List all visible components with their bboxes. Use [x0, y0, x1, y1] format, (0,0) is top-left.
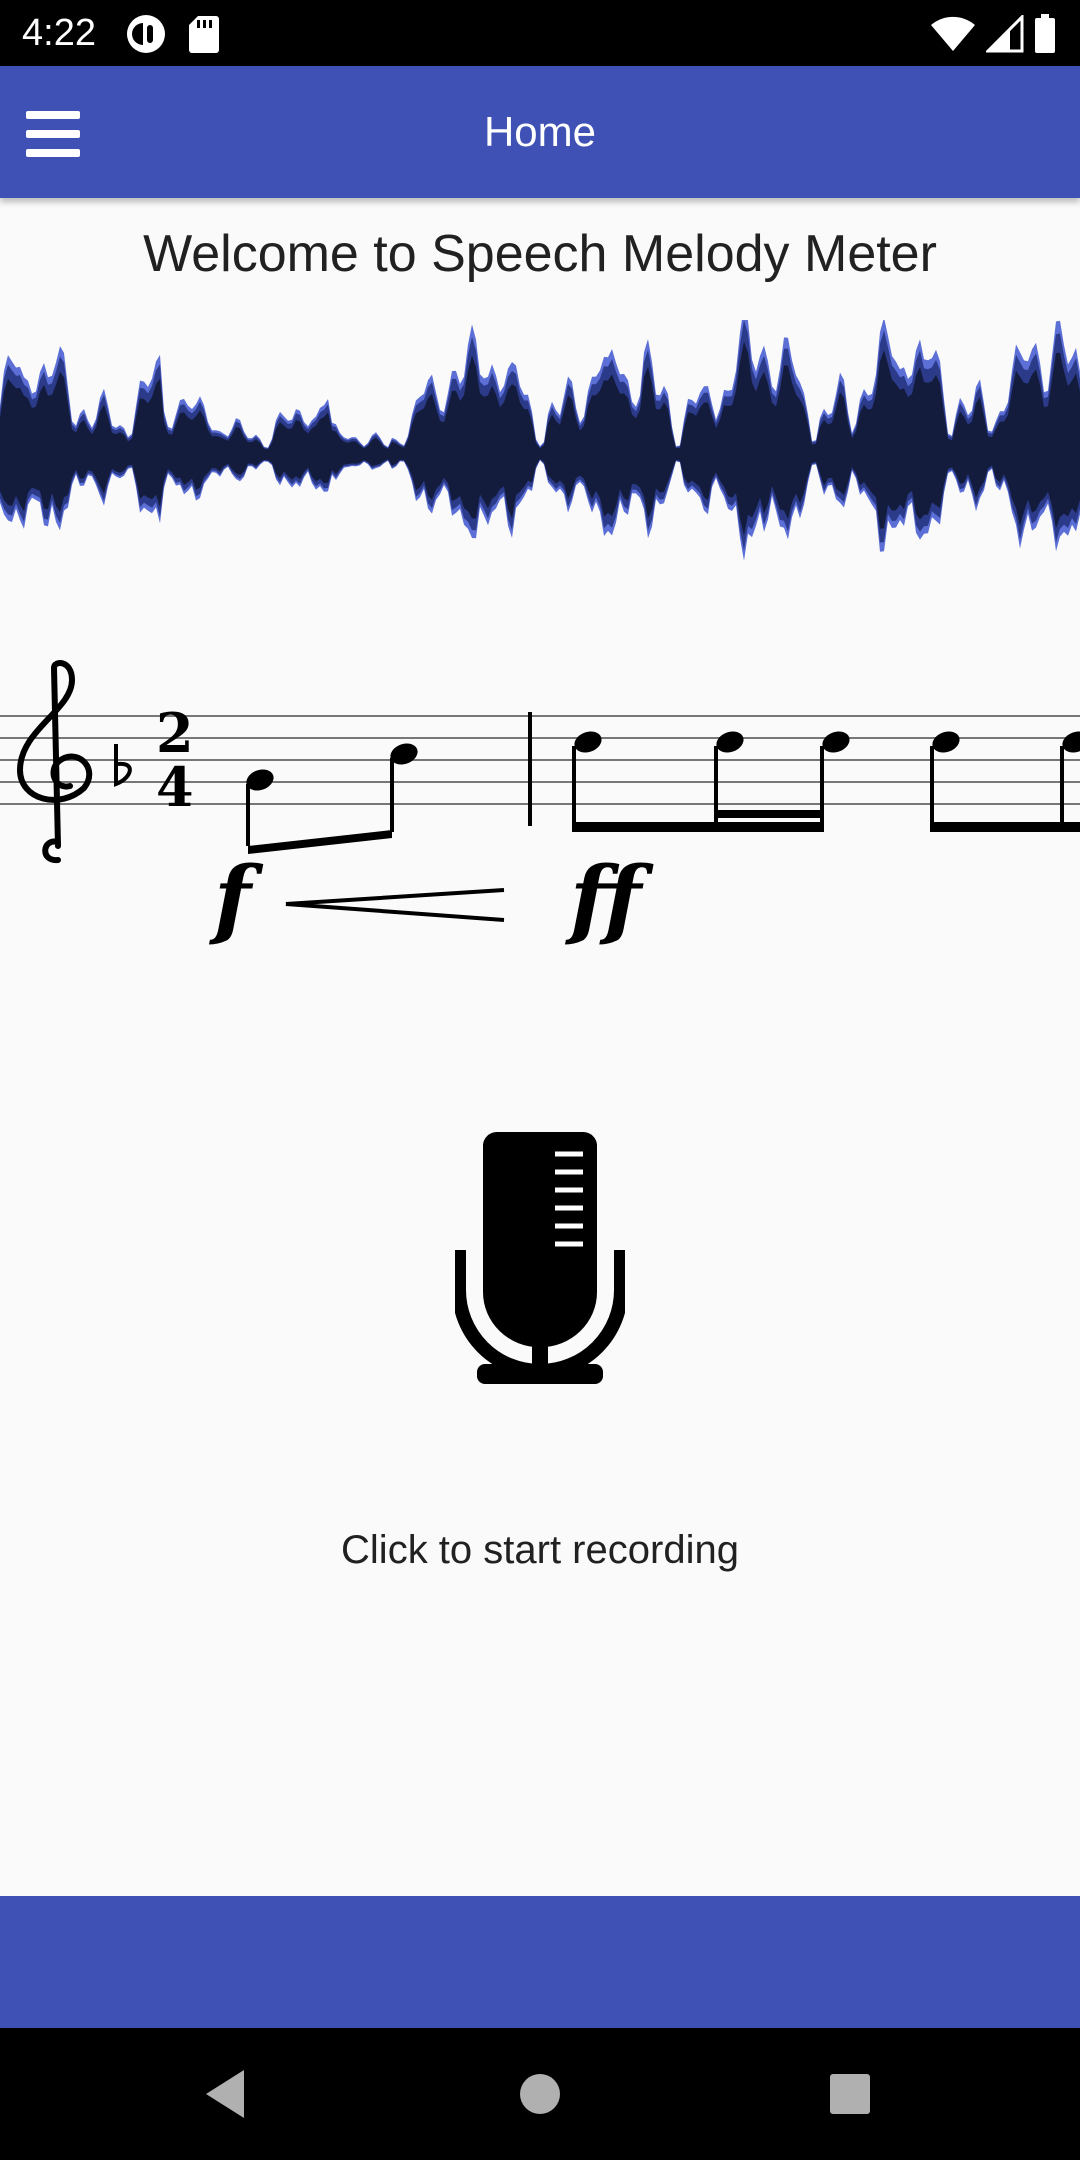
signal-icon — [986, 15, 1024, 53]
app-bar: Home — [0, 66, 1080, 198]
system-nav-bar — [0, 2028, 1080, 2160]
status-bar: 4:22 — [0, 0, 1080, 66]
wifi-icon — [931, 16, 975, 51]
dynamic-forte: f — [208, 848, 264, 949]
back-button[interactable] — [196, 2064, 256, 2124]
record-button[interactable] — [452, 1120, 628, 1385]
recents-icon — [830, 2074, 870, 2114]
record-hint: Click to start recording — [341, 1528, 739, 1572]
page-title: Home — [483, 108, 597, 155]
music-score-image: 2 4 f ff — [0, 660, 1080, 949]
status-time: 4:22 — [22, 12, 96, 54]
hamburger-menu-icon — [26, 111, 80, 157]
microphone-icon — [452, 1132, 628, 1384]
bottom-bar — [0, 1896, 1080, 2028]
svg-text:4: 4 — [156, 755, 194, 819]
pocket-casts-icon — [127, 15, 165, 53]
menu-button[interactable] — [26, 102, 116, 166]
recents-button[interactable] — [820, 2064, 880, 2124]
welcome-text: Welcome to Speech Melody Meter — [143, 225, 937, 283]
battery-icon — [1035, 14, 1055, 53]
dynamic-fortissimo: ff — [564, 848, 654, 949]
home-icon — [520, 2074, 560, 2114]
sd-card-icon — [189, 16, 219, 53]
home-button[interactable] — [510, 2064, 570, 2124]
waveform-image — [0, 320, 1080, 561]
back-icon — [206, 2070, 244, 2118]
